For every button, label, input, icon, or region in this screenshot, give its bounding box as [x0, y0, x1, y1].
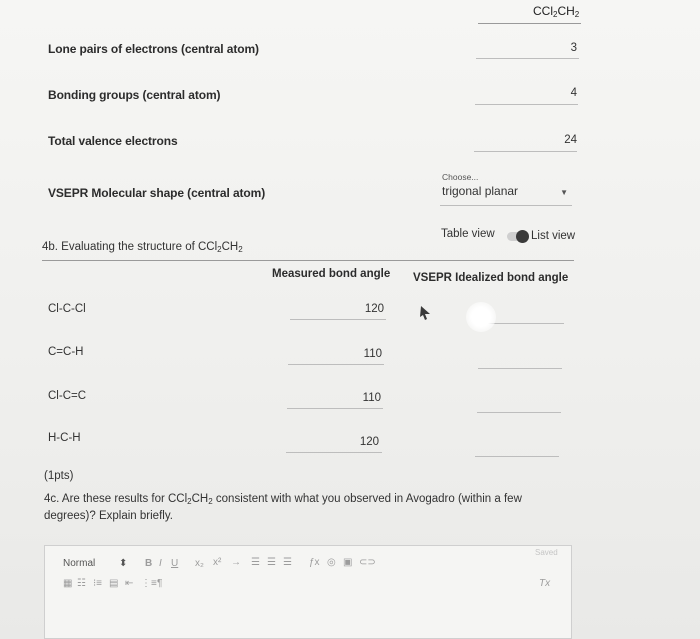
chevron-down-icon: ▼ — [560, 188, 568, 197]
link-icon[interactable]: ⊂⊃ — [359, 557, 376, 568]
measured-angle-cl-c-cl[interactable]: 120 — [330, 303, 384, 315]
formula-icon[interactable]: ƒx — [309, 557, 320, 568]
numbered-list-icon[interactable]: ⁝≡ — [93, 578, 102, 589]
checklist-icon[interactable]: ⋮≡ — [141, 578, 157, 589]
measured-line-1 — [290, 319, 386, 320]
vsepr-shape-select[interactable]: trigonal planar ▼ — [440, 182, 572, 206]
header-underline — [478, 23, 581, 24]
underline-button[interactable]: U — [171, 558, 178, 569]
light-glare — [466, 302, 496, 332]
measured-line-2 — [288, 364, 384, 365]
special-char-icon[interactable]: ◎ — [327, 557, 336, 568]
bonding-groups-value[interactable]: 4 — [540, 87, 577, 99]
indent-icon[interactable]: ▤ — [109, 578, 118, 589]
toggle-knob — [516, 230, 529, 243]
total-valence-field-line — [474, 151, 577, 152]
image-icon[interactable]: ▣ — [343, 557, 352, 568]
column-header-measured: Measured bond angle — [272, 268, 391, 280]
ideal-line-4[interactable] — [475, 456, 559, 457]
bullet-list-icon[interactable]: ☷ — [77, 578, 86, 589]
mouse-pointer-icon — [420, 306, 430, 320]
lone-pairs-value[interactable]: 3 — [540, 42, 577, 54]
row-label-bonding-groups: Bonding groups (central atom) — [48, 88, 221, 102]
align-left-icon[interactable]: ☰ — [251, 557, 260, 568]
list-view-label[interactable]: List view — [531, 230, 575, 242]
measured-angle-cl-c-c[interactable]: 110 — [327, 392, 381, 404]
saved-status: Saved — [535, 548, 558, 557]
style-select-caret-icon: ⬍ — [119, 558, 128, 569]
column-header-vsepr-ideal: VSEPR Idealized bond angle — [413, 272, 569, 284]
vsepr-selected-value: trigonal planar — [442, 184, 519, 198]
vsepr-select-underline — [440, 205, 572, 206]
clear-format-icon[interactable]: Tx — [539, 578, 550, 589]
style-select[interactable]: Normal — [63, 558, 95, 569]
outdent-icon[interactable]: ⇤ — [125, 578, 133, 589]
align-right-icon[interactable]: ☰ — [283, 557, 292, 568]
answer-editor[interactable]: Normal ⬍ B I U x₂ x² → ☰ ☰ ☰ ƒx ◎ ▣ ⊂⊃ S… — [44, 545, 572, 639]
bond-label-c-c-h: C=C-H — [48, 346, 84, 358]
bonding-groups-field-line — [475, 104, 578, 105]
align-center-icon[interactable]: ☰ — [267, 557, 276, 568]
total-valence-value[interactable]: 24 — [540, 134, 577, 146]
row-label-vsepr-shape: VSEPR Molecular shape (central atom) — [48, 186, 266, 200]
section-4b-title: 4b. Evaluating the structure of CCl2CH2 — [42, 241, 243, 254]
row-label-lone-pairs: Lone pairs of electrons (central atom) — [48, 42, 259, 56]
measured-line-4 — [286, 452, 382, 453]
table-icon[interactable]: ▦ — [63, 578, 72, 589]
spacing-icon[interactable]: ¶ — [157, 578, 162, 589]
bond-label-cl-c-cl: Cl-C-Cl — [48, 303, 86, 315]
arrow-icon[interactable]: → — [231, 557, 241, 568]
measured-line-3 — [287, 408, 383, 409]
superscript-icon[interactable]: x² — [213, 557, 221, 568]
points-label: (1pts) — [44, 470, 74, 482]
column-header-formula: CCl2CH2 — [533, 4, 580, 19]
row-label-total-valence: Total valence electrons — [48, 134, 178, 148]
view-toggle-switch[interactable] — [507, 230, 529, 243]
measured-angle-h-c-h[interactable]: 120 — [325, 436, 379, 448]
subscript-icon[interactable]: x₂ — [195, 558, 204, 569]
question-4c: 4c. Are these results for CCl2CH2 consis… — [44, 493, 522, 522]
bond-label-cl-c-c: Cl-C=C — [48, 390, 87, 402]
italic-button[interactable]: I — [159, 558, 162, 569]
ideal-line-2[interactable] — [478, 368, 562, 369]
ideal-line-3[interactable] — [477, 412, 561, 413]
table-view-label[interactable]: Table view — [441, 228, 495, 240]
measured-angle-c-c-h[interactable]: 110 — [328, 348, 382, 360]
bond-label-h-c-h: H-C-H — [48, 432, 81, 444]
section-4b-divider — [42, 260, 574, 261]
lone-pairs-field-line — [476, 58, 579, 59]
vsepr-select-hint: Choose... — [442, 172, 479, 182]
worksheet-page: CCl2CH2 Lone pairs of electrons (central… — [0, 0, 700, 639]
bold-button[interactable]: B — [145, 558, 152, 569]
